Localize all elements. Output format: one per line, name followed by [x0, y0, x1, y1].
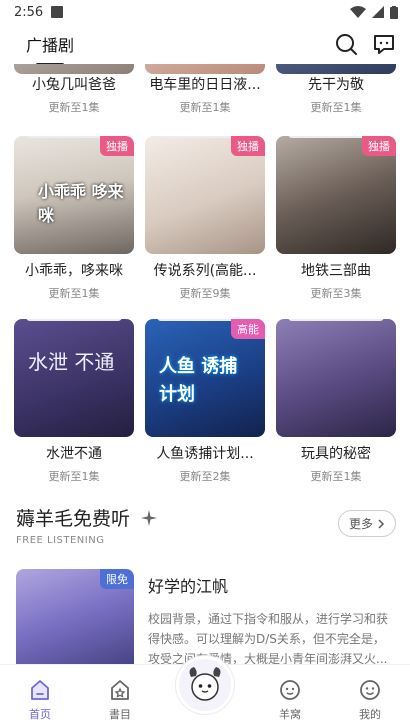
drama-card[interactable]: 独播 小乖乖 哆来咪 小乖乖，哆来咪 更新至1集 [14, 136, 134, 301]
section-subtitle: FREE LISTENING [16, 535, 105, 546]
drama-cover [14, 64, 134, 74]
drama-cover: 水泄 不通 [14, 319, 134, 437]
drama-card[interactable]: 小兔几叫爸爸 更新至1集 [14, 64, 134, 115]
drama-title: 先干为敬 [308, 77, 364, 93]
exclusive-badge: 独播 [231, 136, 265, 156]
drama-title: 小兔几叫爸爸 [32, 77, 116, 93]
featured-title: 好学的江帆 [148, 577, 229, 596]
avatar[interactable] [176, 656, 234, 714]
free-listening-section: 薅羊毛免费听 FREE LISTENING 更多 [16, 504, 396, 554]
drama-row: 小兔几叫爸爸 更新至1集 电车里的日日液... 更新至1集 先干为敬 更新至1集 [14, 64, 396, 115]
top-bar: 广播剧 [0, 24, 410, 66]
status-time: 2:56 [14, 4, 44, 20]
home-icon [31, 680, 49, 700]
featured-cover: 限免 [16, 569, 134, 664]
drama-update: 更新至1集 [179, 101, 231, 114]
drama-update: 更新至1集 [310, 470, 362, 483]
page-title[interactable]: 广播剧 [26, 32, 74, 66]
drama-cover: 独播 [145, 136, 265, 254]
tab-catalog[interactable]: 書目 [85, 678, 155, 722]
drama-row: 水泄 不通 水泄不通 更新至1集 高能 人鱼 诱捕计划 人鱼诱捕计划... 更新… [14, 319, 396, 484]
tab-label: 書目 [109, 708, 131, 721]
drama-list: 小兔几叫爸爸 更新至1集 电车里的日日液... 更新至1集 先干为敬 更新至1集… [0, 64, 410, 664]
cover-art-text: 人鱼 诱捕计划 [159, 356, 238, 405]
drama-card[interactable]: 独播 地铁三部曲 更新至3集 [276, 136, 396, 301]
tab-label: 我的 [359, 708, 381, 721]
cover-art-text: 小乖乖 哆来咪 [38, 182, 124, 225]
battery-icon [390, 5, 398, 19]
cover-art-text: 水泄 不通 [28, 350, 115, 374]
high-energy-badge: 高能 [231, 319, 265, 339]
notification-icon [51, 6, 64, 18]
message-icon[interactable] [372, 32, 396, 56]
drama-update: 更新至1集 [48, 101, 100, 114]
drama-title: 小乖乖，哆来咪 [25, 263, 123, 279]
mascot-avatar-icon [181, 661, 229, 709]
drama-card[interactable]: 独播 传说系列(高能... 更新至9集 [145, 136, 265, 301]
more-button[interactable]: 更多 [337, 510, 396, 537]
limited-free-badge: 限免 [100, 569, 134, 589]
drama-cover: 独播 [276, 136, 396, 254]
drama-cover [145, 64, 265, 74]
tab-profile[interactable]: 我的 [335, 678, 405, 722]
exclusive-badge: 独播 [100, 136, 134, 156]
drama-title: 地铁三部曲 [301, 263, 371, 279]
drama-update: 更新至1集 [48, 287, 100, 300]
drama-card[interactable]: 水泄 不通 水泄不通 更新至1集 [14, 319, 134, 484]
tab-sheep-nest[interactable]: 羊窝 [255, 678, 325, 722]
drama-title: 水泄不通 [46, 446, 102, 462]
exclusive-badge: 独播 [362, 136, 396, 156]
sparkle-icon [141, 509, 158, 526]
drama-title: 人鱼诱捕计划... [156, 446, 254, 462]
drama-card[interactable]: 先干为敬 更新至1集 [276, 64, 396, 115]
catalog-icon [111, 680, 129, 700]
wifi-icon [350, 6, 366, 18]
drama-update: 更新至1集 [48, 470, 100, 483]
drama-cover: 高能 人鱼 诱捕计划 [145, 319, 265, 437]
drama-row: 独播 小乖乖 哆来咪 小乖乖，哆来咪 更新至1集 独播 传说系列(高能... 更… [14, 136, 396, 301]
tab-label: 羊窝 [279, 708, 301, 721]
featured-description: 校园背景，通过下指令和服从，进行学习和获得快感。可以理解为D/S关系，但不完全是… [148, 612, 389, 664]
chevron-right-icon [378, 518, 385, 529]
section-title: 薅羊毛免费听 [16, 508, 131, 530]
sheep-icon [280, 680, 300, 700]
drama-cover [276, 319, 396, 437]
drama-card[interactable]: 玩具的秘密 更新至1集 [276, 319, 396, 484]
drama-update: 更新至1集 [310, 101, 362, 114]
drama-title: 电车里的日日液... [149, 77, 261, 93]
search-icon[interactable] [334, 32, 358, 56]
featured-drama[interactable]: 限免 好学的江帆 校园背景，通过下指令和服从，进行学习和获得快感。可以理解为D/… [16, 569, 394, 664]
tab-label: 首页 [29, 708, 51, 721]
drama-title: 玩具的秘密 [301, 446, 371, 462]
drama-update: 更新至2集 [179, 470, 231, 483]
status-bar: 2:56 [0, 0, 410, 24]
drama-card[interactable]: 高能 人鱼 诱捕计划 人鱼诱捕计划... 更新至2集 [145, 319, 265, 484]
more-label: 更多 [348, 517, 373, 531]
drama-cover [276, 64, 396, 74]
drama-cover: 独播 小乖乖 哆来咪 [14, 136, 134, 254]
drama-card[interactable]: 电车里的日日液... 更新至1集 [145, 64, 265, 115]
drama-title: 传说系列(高能... [153, 263, 257, 279]
profile-icon [360, 680, 380, 700]
drama-update: 更新至3集 [310, 287, 362, 300]
drama-update: 更新至9集 [179, 287, 231, 300]
signal-icon [372, 6, 384, 18]
tab-home[interactable]: 首页 [5, 678, 75, 722]
